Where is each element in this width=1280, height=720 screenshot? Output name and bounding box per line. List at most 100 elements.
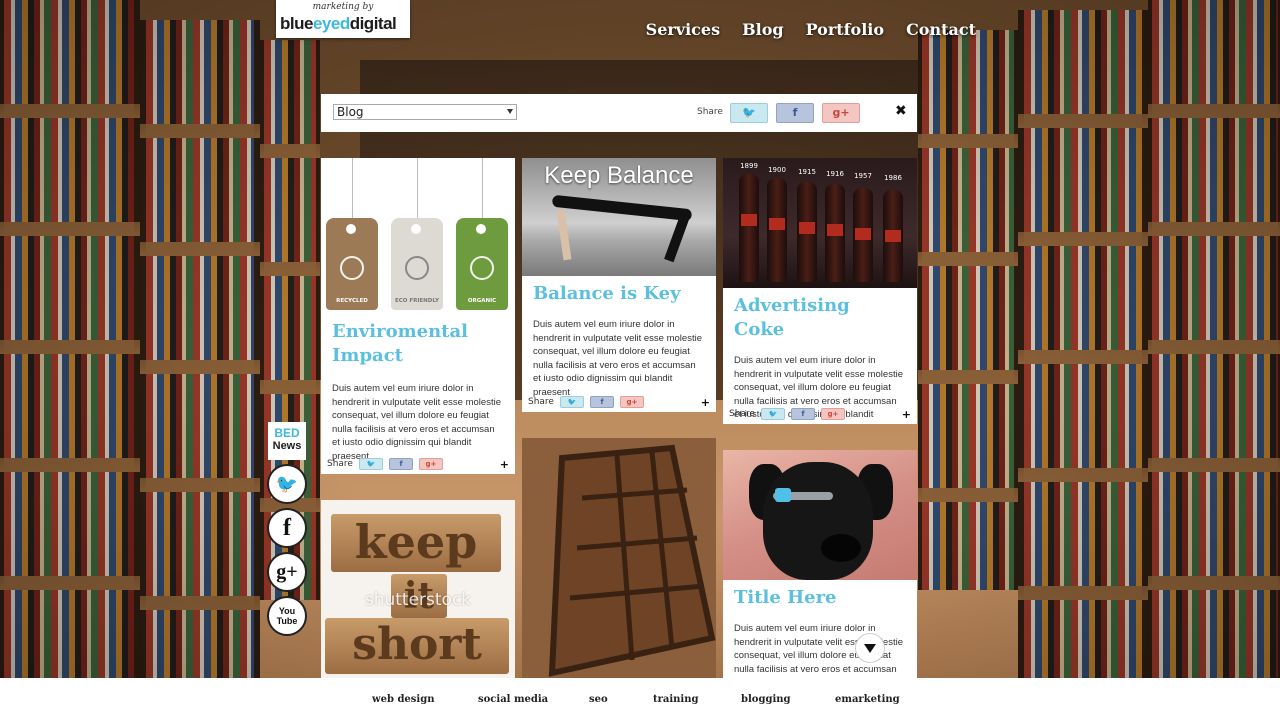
card-excerpt: Duis autem vel eum iriure dolor in hendr… — [533, 319, 702, 398]
logo-word-2: eyed — [312, 14, 350, 33]
blog-card-keep-it-short[interactable]: keep it short shutterstock — [321, 500, 515, 678]
year-label: 1916 — [826, 170, 844, 178]
category-select-value: Blog — [337, 105, 364, 119]
expand-plus-icon[interactable]: + — [500, 458, 509, 471]
card-title[interactable]: Title Here — [734, 586, 906, 610]
recycle-icon — [340, 256, 364, 280]
nav-portfolio[interactable]: Portfolio — [806, 20, 884, 39]
recycled-tag: RECYCLED — [326, 218, 378, 310]
coke-bottle — [797, 182, 817, 282]
rail-facebook-icon[interactable]: f — [267, 508, 307, 548]
footer-link-training[interactable]: training — [653, 694, 699, 705]
year-label: 1915 — [798, 168, 816, 176]
google-plus-icon: g+ — [832, 106, 850, 119]
nav-contact[interactable]: Contact — [906, 20, 976, 39]
footer-link-blogging[interactable]: blogging — [741, 694, 791, 705]
logo-tagline: marketing by — [312, 2, 374, 12]
eco-friendly-tag: ECO FRIENDLY — [391, 218, 443, 310]
footer-link-seo[interactable]: seo — [589, 694, 608, 705]
coke-bottles-photo: 1899 1900 1915 1916 1957 1986 — [723, 158, 917, 288]
youtube-icon-line2: Tube — [276, 616, 298, 626]
word-block: short — [325, 618, 509, 674]
card-excerpt: Duis autem vel eum iriure dolor in hendr… — [332, 383, 501, 462]
facebook-share-button[interactable]: f — [790, 408, 815, 420]
google-plus-share-button[interactable]: g+ — [418, 458, 443, 470]
facebook-share-button[interactable]: f — [388, 458, 413, 470]
expand-plus-icon[interactable]: + — [902, 408, 911, 421]
card-share-row: Share 🐦 f g+ — [327, 458, 443, 470]
blog-card-coke[interactable]: 1899 1900 1915 1916 1957 1986 Advertisin… — [723, 158, 917, 424]
leaf-icon — [470, 256, 494, 280]
twitter-share-button[interactable]: 🐦 — [559, 396, 584, 408]
twitter-icon: 🐦 — [275, 473, 299, 494]
rail-google-plus-icon[interactable]: g+ — [267, 552, 307, 592]
arrow-down-icon — [864, 643, 876, 653]
word-block: keep — [331, 514, 501, 572]
blog-card-tray[interactable] — [522, 438, 716, 678]
card-title[interactable]: Advertising Coke — [734, 294, 906, 342]
keep-balance-overlay: Keep Balance — [544, 162, 694, 189]
letterpress-photo: keep it short shutterstock — [321, 500, 515, 678]
expand-plus-icon[interactable]: + — [701, 396, 710, 409]
share-label: Share — [729, 409, 755, 419]
footer-link-emarketing[interactable]: emarketing — [835, 694, 900, 705]
logo-wordmark: blueeyeddigital — [280, 14, 397, 34]
twitter-share-button[interactable]: 🐦 — [760, 408, 785, 420]
category-select[interactable]: Blog — [333, 104, 517, 120]
year-label: 1900 — [768, 166, 786, 174]
tag-label: ORGANIC — [467, 298, 497, 304]
facebook-share-button[interactable]: f — [589, 396, 614, 408]
tag-label: ECO FRIENDLY — [395, 298, 439, 304]
yoga-leg — [664, 213, 690, 263]
site-logo[interactable]: marketing by blueeyeddigital — [276, 0, 410, 38]
youtube-icon-line1: You — [278, 606, 296, 616]
tray-drawing — [548, 444, 716, 677]
twitter-share-button[interactable]: 🐦 — [358, 458, 383, 470]
yoga-arm — [556, 209, 572, 261]
nav-services[interactable]: Services — [646, 20, 720, 39]
card-share-row: Share 🐦 f g+ — [729, 408, 845, 420]
blog-card-balance[interactable]: Keep Balance Balance is Key Duis autem v… — [522, 158, 716, 412]
eco-tags-image: RECYCLED ECO FRIENDLY ORGANIC — [321, 158, 515, 318]
shutterstock-watermark: shutterstock — [364, 590, 472, 610]
organic-tag: ORGANIC — [456, 218, 508, 310]
card-title[interactable]: Enviromental Impact — [332, 320, 504, 368]
google-plus-share-button[interactable]: g+ — [619, 396, 644, 408]
flower-icon — [405, 256, 429, 280]
logo-word-3: digital — [349, 14, 397, 33]
google-plus-share-button[interactable]: g+ — [822, 103, 860, 123]
bed-news-badge[interactable]: BED News — [268, 422, 306, 460]
footer-link-web-design[interactable]: web design — [372, 694, 435, 705]
facebook-share-button[interactable]: f — [776, 103, 814, 123]
twitter-share-button[interactable]: 🐦 — [730, 103, 768, 123]
main-nav: Services Blog Portfolio Contact — [646, 20, 976, 39]
twitter-icon: 🐦 — [742, 106, 756, 119]
yoga-figure — [551, 194, 693, 222]
nav-blog[interactable]: Blog — [742, 20, 783, 39]
facebook-icon: f — [792, 106, 798, 119]
blog-card-environmental[interactable]: RECYCLED ECO FRIENDLY ORGANIC Enviroment… — [321, 158, 515, 474]
footer: web design social media seo training blo… — [0, 678, 1280, 720]
tag-label: RECYCLED — [336, 298, 368, 304]
close-icon[interactable]: ✖ — [895, 103, 907, 119]
tag-string — [417, 158, 418, 220]
share-label: Share — [697, 107, 723, 117]
coke-bottle — [883, 190, 903, 282]
bed-news-line1: BED — [274, 426, 300, 440]
google-plus-share-button[interactable]: g+ — [820, 408, 845, 420]
blog-card-dog[interactable]: Title Here Duis autem vel eum iriure dol… — [723, 450, 917, 678]
footer-link-social-media[interactable]: social media — [478, 694, 548, 705]
rail-youtube-icon[interactable]: You Tube — [267, 596, 307, 636]
glass-lens — [775, 488, 791, 502]
card-title[interactable]: Balance is Key — [533, 282, 705, 306]
dog-head — [763, 462, 873, 580]
scroll-down-button[interactable] — [855, 633, 885, 663]
dog-glass-photo — [723, 450, 917, 580]
year-label: 1957 — [854, 172, 872, 180]
tag-string — [352, 158, 353, 220]
share-label: Share — [528, 397, 554, 407]
google-plus-icon: g+ — [276, 560, 298, 583]
filter-bar: Blog Share 🐦 f g+ ✖ — [321, 94, 917, 132]
rail-twitter-icon[interactable]: 🐦 — [267, 464, 307, 504]
tag-string — [482, 158, 483, 220]
